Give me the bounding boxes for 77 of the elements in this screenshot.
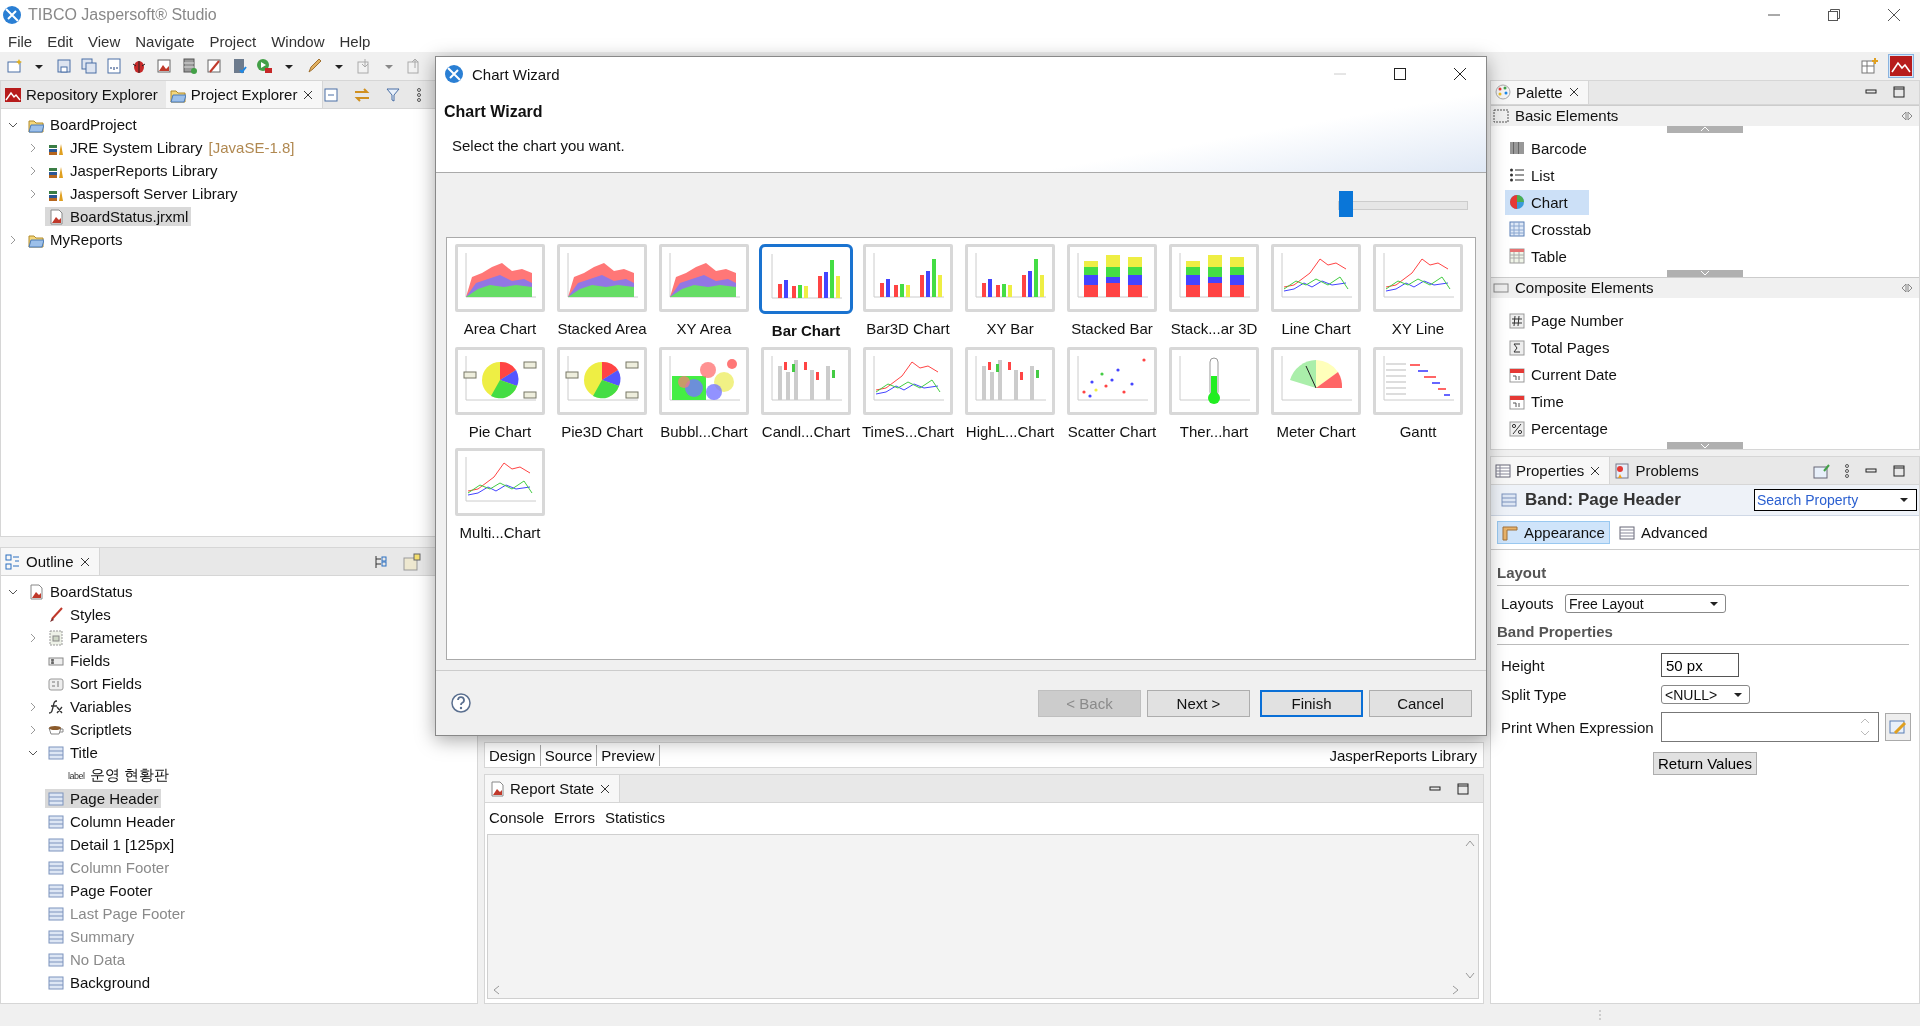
dropdown[interactable]: <NULL> xyxy=(1661,685,1751,704)
view-tab[interactable]: Properties xyxy=(1491,457,1611,484)
library-label: JasperReports Library xyxy=(1329,746,1478,764)
section-tab[interactable]: Appearance xyxy=(1497,521,1610,544)
view-tab[interactable]: Project Explorer xyxy=(165,81,324,108)
menu-item[interactable]: Project xyxy=(209,32,257,50)
properties-title: Band: Page Header xyxy=(1525,490,1681,510)
tree-item[interactable]: Title xyxy=(45,743,101,762)
console-tab[interactable]: Console xyxy=(489,809,545,826)
field-label: Print When Expression xyxy=(1501,718,1655,736)
tree-item[interactable]: MyReports xyxy=(25,230,126,249)
palette-item[interactable]: Crosstab xyxy=(1505,216,1596,242)
dropdown[interactable]: Free Layout xyxy=(1565,594,1726,613)
menu-item[interactable]: File xyxy=(8,32,33,50)
editor-tab[interactable]: Source xyxy=(540,744,598,766)
section-tab[interactable]: Advanced xyxy=(1613,521,1713,544)
tree-item[interactable]: Parameters xyxy=(45,628,151,647)
tree-item[interactable]: Scriptlets xyxy=(45,720,135,739)
dialog-heading: Chart Wizard xyxy=(444,103,544,121)
tree-item[interactable]: Sort Fields xyxy=(45,674,145,693)
menu-item[interactable]: Edit xyxy=(47,32,74,50)
tree-item[interactable]: Detail 1 [125px] xyxy=(45,835,178,854)
tree-item[interactable]: BoardStatus xyxy=(25,582,136,601)
tree-item[interactable]: Page Header xyxy=(45,789,162,808)
field-label: Split Type xyxy=(1501,686,1568,703)
section-heading: Band Properties xyxy=(1497,623,1909,645)
field-label: Height xyxy=(1501,656,1546,674)
dialog-title: Chart Wizard xyxy=(472,65,560,83)
tree-item[interactable]: Jaspersoft Server Library xyxy=(45,184,241,203)
console-tab[interactable]: Statistics xyxy=(604,809,665,826)
library-version: [JavaSE-1.8] xyxy=(208,139,295,156)
palette-item[interactable]: Table xyxy=(1505,243,1589,269)
tree-item[interactable]: Background xyxy=(45,973,154,992)
text-field[interactable]: 50 px xyxy=(1661,653,1739,677)
section-heading: Layout xyxy=(1497,564,1909,586)
palette-item[interactable]: Time xyxy=(1505,389,1589,414)
tree-item[interactable]: Variables xyxy=(45,697,135,716)
menu-item[interactable]: Window xyxy=(271,32,325,50)
tree-item[interactable]: BoardProject xyxy=(25,115,140,134)
return-values-button[interactable]: Return Values xyxy=(1653,752,1757,775)
palette-item[interactable]: List xyxy=(1505,162,1589,188)
view-tab[interactable]: Repository Explorer xyxy=(1,81,166,108)
palette-drawer-header[interactable]: Composite Elements xyxy=(1491,276,1919,298)
menu-item[interactable]: Help xyxy=(339,32,371,50)
view-tab[interactable]: Palette xyxy=(1491,81,1589,104)
editor-tab[interactable]: Design xyxy=(485,744,541,766)
tree-item[interactable]: JRE System Library [JavaSE-1.8] xyxy=(45,138,298,157)
menu-item[interactable]: View xyxy=(88,32,121,50)
dialog-button[interactable]: Cancel xyxy=(1369,689,1472,717)
tree-item[interactable]: Column Header xyxy=(45,812,179,831)
window-title: TIBCO Jaspersoft® Studio xyxy=(28,6,218,24)
field-label: Layouts xyxy=(1501,595,1555,612)
palette-item[interactable]: Page Number xyxy=(1505,308,1628,333)
tree-item[interactable]: BoardStatus.jrxml xyxy=(45,207,192,226)
view-tab[interactable]: Report State xyxy=(485,775,621,802)
tree-item[interactable]: Page Footer xyxy=(45,881,156,900)
console-tab[interactable]: Errors xyxy=(554,809,595,826)
tree-item[interactable]: Fields xyxy=(45,651,113,670)
palette-item[interactable]: Barcode xyxy=(1505,135,1591,161)
dialog-button[interactable]: Next > xyxy=(1147,689,1250,717)
view-tab[interactable]: Problems xyxy=(1610,457,1707,484)
palette-item[interactable]: Current Date xyxy=(1505,362,1621,387)
dialog-description: Select the chart you want. xyxy=(452,137,626,154)
editor-tab[interactable]: Preview xyxy=(597,744,660,766)
dialog-button[interactable]: Finish xyxy=(1260,689,1363,717)
view-tab[interactable]: Outline xyxy=(1,548,100,575)
palette-item[interactable]: Total Pages xyxy=(1505,335,1614,360)
tree-item[interactable]: label 운영 현황판 xyxy=(65,765,173,786)
search-field[interactable]: Search Property xyxy=(1755,492,1899,508)
palette-drawer-header[interactable]: Basic Elements xyxy=(1491,104,1919,126)
tree-item[interactable]: JasperReports Library xyxy=(45,161,221,180)
menu-item[interactable]: Navigate xyxy=(135,32,195,50)
palette-item[interactable]: Percentage xyxy=(1505,416,1612,441)
label-icon: label xyxy=(68,770,84,781)
tree-item[interactable]: Styles xyxy=(45,605,114,624)
search-combo-box[interactable]: Search Property xyxy=(1754,489,1917,511)
palette-item[interactable]: Chart xyxy=(1505,189,1589,215)
